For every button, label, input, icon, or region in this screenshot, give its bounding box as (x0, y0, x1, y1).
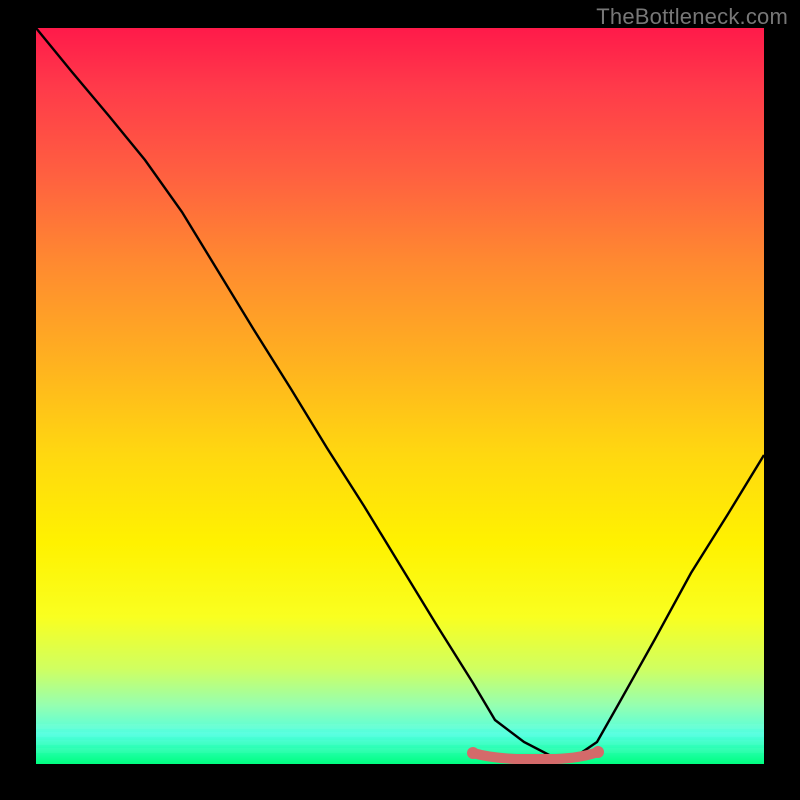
min-dot-right (592, 746, 604, 758)
curve-line (36, 28, 764, 757)
plot-area (36, 28, 764, 764)
bottom-bands (36, 724, 764, 753)
min-dot-left (467, 747, 479, 759)
chart-container: TheBottleneck.com (0, 0, 800, 800)
watermark-label: TheBottleneck.com (596, 4, 788, 30)
minimum-band (473, 752, 598, 759)
chart-svg (36, 28, 764, 764)
